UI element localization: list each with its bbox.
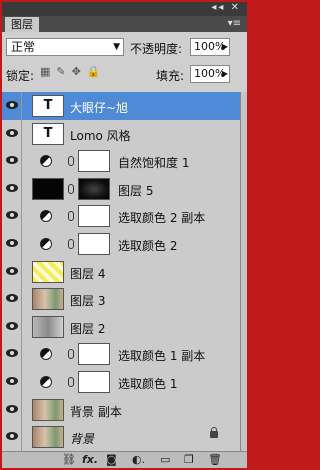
layer-mask-thumbnail[interactable] (78, 205, 110, 228)
layer-thumbnail[interactable] (32, 398, 64, 421)
chain-icon[interactable] (68, 156, 74, 167)
layer-actions-bar: ⛓ fx. ◙ ◐. ▭ ❐ 🗑 (2, 451, 247, 468)
blend-mode-select[interactable]: 正常 ▼ (6, 38, 124, 56)
lock-icon (210, 427, 218, 439)
chain-icon[interactable] (68, 211, 74, 222)
layer-row[interactable]: 背景 (2, 423, 240, 453)
adjustment-icon[interactable]: ◐. (132, 453, 145, 466)
layer-thumbnail[interactable] (32, 177, 64, 200)
eye-icon[interactable] (2, 230, 22, 258)
layer-row[interactable]: 图层 5 (2, 174, 240, 204)
layer-thumbnail[interactable] (32, 315, 64, 338)
lock-icons[interactable]: ▦✎✥🔒 (40, 65, 107, 78)
layer-row[interactable]: 选取颜色 2 (2, 230, 240, 259)
text-layer-icon: T (32, 95, 64, 117)
eye-icon[interactable] (2, 340, 22, 369)
layer-row[interactable]: 背景 副本 (2, 395, 240, 425)
layer-name: 选取颜色 2 (118, 239, 178, 253)
folder-icon[interactable]: ▭ (160, 453, 170, 466)
eye-icon[interactable] (2, 257, 22, 286)
link-icon[interactable]: ⛓ (62, 453, 76, 466)
layer-name: 选取颜色 2 副本 (118, 211, 206, 226)
eye-icon[interactable] (2, 202, 22, 231)
blend-mode-value: 正常 (11, 40, 36, 54)
tab-layers[interactable]: 图层 (5, 17, 39, 32)
mask-icon[interactable]: ◙ (106, 453, 117, 466)
layer-name: 背景 副本 (70, 404, 122, 419)
layer-thumbnail[interactable] (32, 288, 64, 311)
layers-panel: ◂◂ ✕ 图层 ▾≡ 正常 ▼ 不透明度: 100% ▶ 锁定: ▦✎✥🔒 填充… (2, 2, 247, 468)
chevron-right-icon[interactable]: ▶ (222, 39, 228, 55)
panel-titlebar: ◂◂ ✕ (2, 2, 247, 16)
eye-icon[interactable] (2, 174, 22, 203)
chain-icon[interactable] (68, 349, 74, 360)
eye-icon[interactable] (2, 368, 22, 396)
eye-icon[interactable] (2, 92, 22, 120)
text-layer-icon: T (32, 122, 64, 145)
lock-label: 锁定: (6, 69, 35, 83)
adjustment-layer-icon (40, 155, 52, 168)
chevron-right-icon[interactable]: ▶ (222, 66, 228, 82)
layer-name: 图层 5 (118, 183, 154, 198)
layer-row[interactable]: T Lomo 风格 (2, 119, 240, 149)
adjustment-layer-icon (40, 348, 52, 361)
adjustment-layer-icon (40, 376, 52, 388)
trash-icon[interactable]: 🗑 (208, 453, 222, 466)
layer-mask-thumbnail[interactable] (78, 177, 110, 200)
layer-mask-thumbnail[interactable] (78, 150, 110, 173)
fill-input[interactable]: 100% ▶ (190, 65, 230, 83)
opacity-label: 不透明度: (130, 42, 183, 56)
layer-thumbnail[interactable] (32, 426, 64, 449)
layer-name: 图层 4 (70, 266, 106, 281)
layer-row[interactable]: T 大眼仔~旭 (2, 92, 240, 121)
adjustment-layer-icon (40, 238, 52, 250)
collapse-close-controls[interactable]: ◂◂ ✕ (211, 2, 241, 13)
opacity-value: 100% (194, 40, 226, 53)
adjustment-layer-icon (40, 210, 52, 223)
layer-list: T 大眼仔~旭 T Lomo 风格自然饱和度 1 图层 5 选取颜色 2 副本 选取颜色 2… (2, 92, 247, 453)
layer-name: 大眼仔~旭 (70, 101, 129, 115)
layer-name: 选取颜色 1 (118, 377, 178, 391)
layer-name: 自然饱和度 1 (118, 156, 190, 171)
chain-icon[interactable] (68, 183, 74, 194)
opacity-input[interactable]: 100% ▶ (190, 38, 230, 56)
layer-row[interactable]: 图层 3 (2, 285, 240, 315)
panel-menu-icon[interactable]: ▾≡ (228, 18, 241, 29)
fx-icon[interactable]: fx. (82, 453, 98, 466)
eye-icon[interactable] (2, 119, 22, 148)
layer-row[interactable]: 图层 4 (2, 257, 240, 287)
chain-icon[interactable] (68, 239, 74, 249)
scrollbar[interactable] (240, 92, 247, 451)
layer-name: 图层 2 (70, 321, 106, 336)
fill-label: 填充: (156, 69, 185, 83)
layer-name: 图层 3 (70, 294, 106, 309)
layer-row[interactable]: 选取颜色 1 (2, 368, 240, 397)
chain-icon[interactable] (68, 377, 74, 387)
panel-tab-row: 图层 ▾≡ (2, 16, 247, 32)
new-layer-icon[interactable]: ❐ (184, 453, 194, 466)
eye-icon[interactable] (2, 147, 22, 176)
layer-name: 背景 (70, 432, 95, 447)
layer-row[interactable]: 自然饱和度 1 (2, 147, 240, 177)
layer-name: Lomo 风格 (70, 128, 131, 143)
layer-thumbnail[interactable] (32, 260, 64, 283)
eye-icon[interactable] (2, 312, 22, 341)
fill-value: 100% (194, 67, 226, 80)
eye-icon[interactable] (2, 285, 22, 314)
layer-options: 正常 ▼ 不透明度: 100% ▶ 锁定: ▦✎✥🔒 填充: 100% ▶ (2, 32, 247, 92)
layer-mask-thumbnail[interactable] (78, 343, 110, 366)
eye-icon[interactable] (2, 395, 22, 424)
layer-mask-thumbnail[interactable] (78, 371, 110, 393)
layer-row[interactable]: 图层 2 (2, 312, 240, 342)
layer-row[interactable]: 选取颜色 2 副本 (2, 202, 240, 232)
layer-row[interactable]: 选取颜色 1 副本 (2, 340, 240, 370)
eye-icon[interactable] (2, 423, 22, 452)
chevron-down-icon: ▼ (113, 42, 120, 52)
layer-name: 选取颜色 1 副本 (118, 349, 206, 364)
layer-mask-thumbnail[interactable] (78, 233, 110, 255)
